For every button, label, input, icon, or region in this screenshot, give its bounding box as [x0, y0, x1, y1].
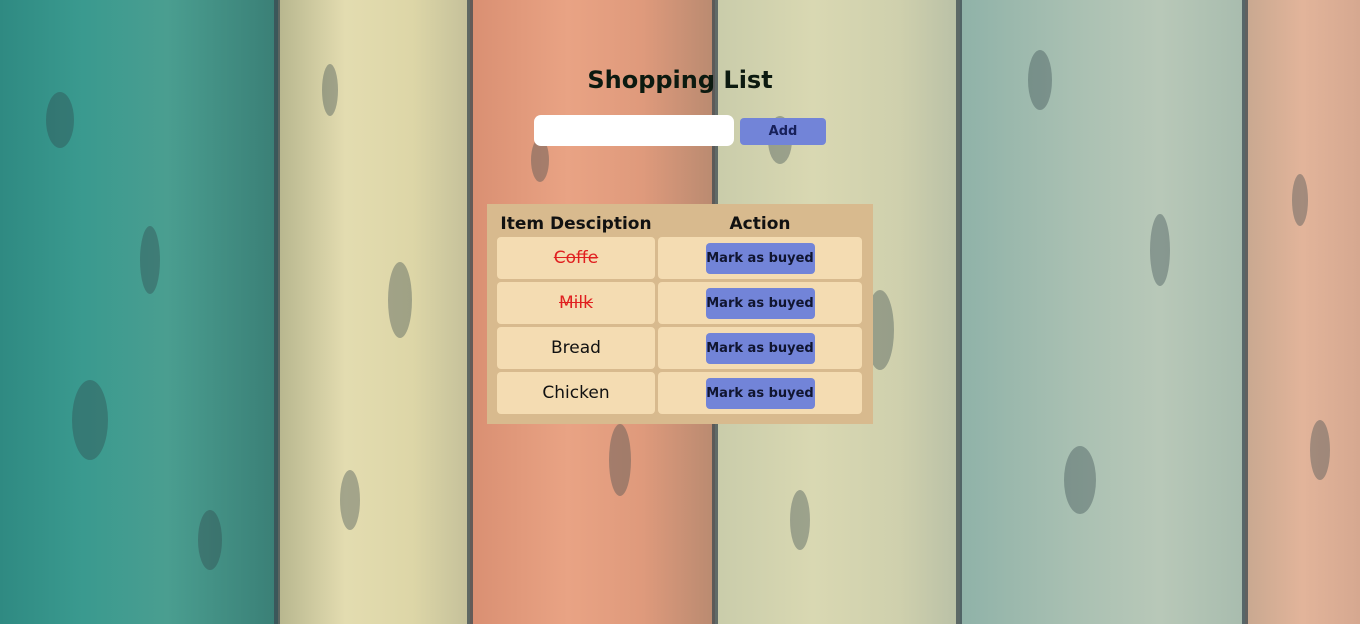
action-cell: Mark as buyed [658, 372, 862, 414]
mark-as-bought-button[interactable]: Mark as buyed [705, 332, 815, 364]
action-cell: Mark as buyed [658, 282, 862, 324]
mark-as-bought-button[interactable]: Mark as buyed [705, 242, 815, 274]
shopping-list-table: Item Desciption Action Coffe Mark as buy… [487, 204, 873, 424]
item-description: Coffe [553, 248, 599, 268]
item-cell: Bread [497, 327, 655, 369]
item-cell: Coffe [497, 237, 655, 279]
action-cell: Mark as buyed [658, 237, 862, 279]
item-cell: Milk [497, 282, 655, 324]
mark-as-bought-button[interactable]: Mark as buyed [705, 377, 815, 409]
mark-as-bought-button[interactable]: Mark as buyed [705, 287, 815, 319]
item-description: Chicken [542, 383, 610, 403]
column-header-action: Action [729, 214, 791, 234]
item-cell: Chicken [497, 372, 655, 414]
item-description: Milk [559, 293, 593, 313]
item-description: Bread [551, 338, 601, 358]
add-button[interactable]: Add [740, 118, 826, 145]
action-cell: Mark as buyed [658, 327, 862, 369]
column-header-description: Item Desciption [500, 214, 652, 234]
page-title: Shopping List [587, 66, 773, 94]
item-input[interactable] [534, 115, 734, 146]
